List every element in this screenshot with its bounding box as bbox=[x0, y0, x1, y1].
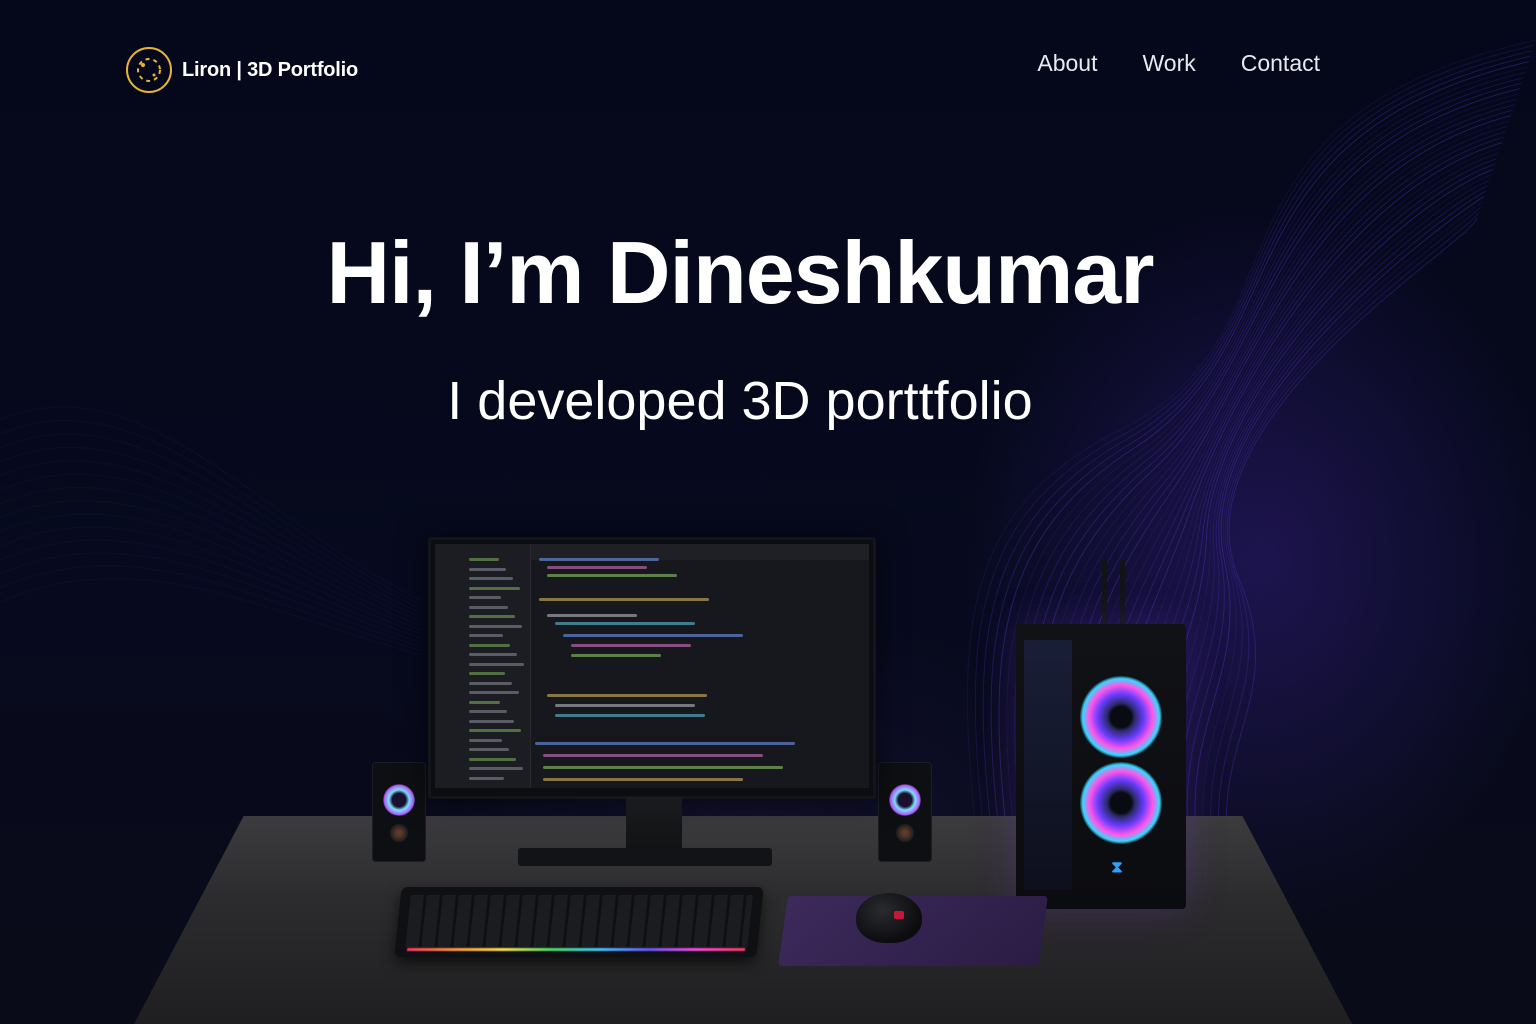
speaker-light bbox=[889, 784, 921, 816]
file-tree-item bbox=[469, 672, 505, 675]
file-tree-item bbox=[469, 605, 508, 609]
logo-text: Liron | 3D Portfolio bbox=[182, 58, 359, 81]
file-tree-item bbox=[469, 748, 509, 751]
wave-line bbox=[0, 526, 421, 639]
code-line bbox=[543, 766, 783, 769]
file-tree-item bbox=[469, 700, 500, 704]
file-tree-item bbox=[469, 624, 522, 628]
file-tree-item bbox=[469, 738, 502, 742]
code-line bbox=[539, 558, 659, 561]
wave-line bbox=[0, 552, 421, 647]
rgb-fan-top bbox=[1080, 676, 1162, 758]
file-tree-item bbox=[469, 643, 510, 647]
code-line bbox=[571, 654, 661, 657]
monitor-screen bbox=[435, 544, 869, 788]
wave-line bbox=[0, 473, 421, 622]
pc-tower: ⧗ bbox=[1016, 624, 1186, 909]
mouse-logo bbox=[894, 911, 904, 919]
file-tree-item bbox=[469, 558, 499, 561]
site-logo[interactable]: Liron | 3D Portfolio bbox=[126, 47, 358, 93]
file-tree-item bbox=[469, 710, 507, 713]
code-line bbox=[547, 694, 707, 697]
file-tree-item bbox=[469, 634, 503, 637]
keyboard-keys bbox=[405, 895, 753, 947]
left-speaker bbox=[372, 762, 426, 862]
main-nav: About Work Contact bbox=[1037, 50, 1320, 77]
file-tree-item bbox=[469, 586, 520, 590]
speaker-woofer bbox=[896, 824, 914, 842]
monitor-stand bbox=[626, 797, 682, 851]
code-line bbox=[563, 634, 743, 637]
keyboard bbox=[394, 887, 764, 957]
speaker-light bbox=[383, 784, 415, 816]
code-line bbox=[535, 742, 795, 745]
file-tree-item bbox=[469, 757, 516, 761]
code-line bbox=[547, 566, 647, 569]
orbit-logo-icon bbox=[126, 47, 172, 93]
monitor-base bbox=[518, 848, 772, 866]
wave-line bbox=[0, 578, 421, 656]
keyboard-rgb-strip bbox=[406, 948, 746, 951]
code-line bbox=[543, 754, 763, 757]
hero-title: Hi, I’m Dineshkumar bbox=[326, 223, 1154, 322]
code-line bbox=[555, 704, 695, 707]
code-line bbox=[571, 644, 691, 647]
hero-subtitle: I developed 3D porttfolio bbox=[447, 371, 1033, 431]
file-tree-item bbox=[469, 596, 501, 599]
code-line bbox=[555, 714, 705, 717]
file-tree-item bbox=[469, 662, 524, 666]
code-line bbox=[547, 574, 677, 577]
mouse bbox=[856, 893, 922, 943]
code-line bbox=[543, 778, 743, 781]
speaker-woofer bbox=[390, 824, 408, 842]
wave-line bbox=[0, 500, 421, 630]
rgb-fan-bottom bbox=[1080, 762, 1162, 844]
file-tree-item bbox=[469, 719, 514, 723]
code-line bbox=[539, 598, 709, 601]
ide-sidebar bbox=[435, 544, 531, 788]
file-tree-item bbox=[469, 691, 519, 694]
file-tree-item bbox=[469, 729, 521, 732]
wave-line bbox=[0, 433, 421, 609]
file-tree-item bbox=[469, 653, 517, 656]
right-speaker bbox=[878, 762, 932, 862]
antenna bbox=[1120, 560, 1125, 630]
wave-line bbox=[0, 460, 421, 618]
code-line bbox=[547, 614, 637, 617]
file-tree-item bbox=[469, 776, 504, 780]
nav-about[interactable]: About bbox=[1037, 50, 1097, 77]
file-tree-item bbox=[469, 577, 513, 580]
code-line bbox=[555, 622, 695, 625]
nav-contact[interactable]: Contact bbox=[1241, 50, 1320, 77]
file-tree-item bbox=[469, 567, 506, 571]
monitor bbox=[428, 537, 876, 799]
file-tree-item bbox=[469, 615, 515, 618]
file-tree-item bbox=[469, 681, 512, 685]
pc-side-glass bbox=[1024, 640, 1072, 890]
nav-work[interactable]: Work bbox=[1142, 50, 1195, 77]
antenna bbox=[1102, 560, 1107, 630]
pc-brand-icon: ⧗ bbox=[1111, 859, 1123, 876]
file-tree-item bbox=[469, 767, 523, 770]
